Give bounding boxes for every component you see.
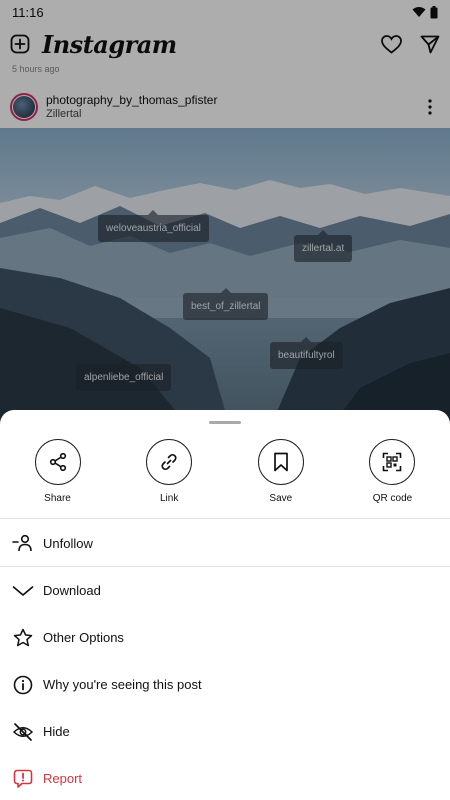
other-options-label: Other Options bbox=[43, 630, 124, 645]
qr-code-label: QR code bbox=[372, 493, 413, 504]
unfollow-icon bbox=[12, 532, 34, 554]
hide-label: Hide bbox=[43, 724, 70, 739]
share-action[interactable]: Share bbox=[10, 439, 105, 504]
star-icon bbox=[12, 627, 34, 649]
download-label: Download bbox=[43, 583, 101, 598]
share-label: Share bbox=[44, 493, 71, 504]
qr-code-button[interactable] bbox=[369, 439, 416, 485]
menu-item-download[interactable]: Download bbox=[0, 567, 450, 614]
link-icon bbox=[161, 453, 177, 471]
link-button[interactable] bbox=[146, 439, 193, 485]
bottom-sheet: Share Link Save QR code Unfollow Downloa… bbox=[0, 410, 450, 800]
options-menu: Unfollow Download Other Options Why you'… bbox=[0, 520, 450, 800]
link-action[interactable]: Link bbox=[122, 439, 217, 504]
menu-item-report[interactable]: Report bbox=[0, 755, 450, 800]
share-button[interactable] bbox=[34, 439, 81, 485]
link-label: Link bbox=[159, 493, 179, 504]
menu-item-why-seeing[interactable]: Why you're seeing this post bbox=[0, 661, 450, 708]
save-button[interactable] bbox=[257, 439, 304, 485]
save-label: Save bbox=[269, 493, 293, 504]
save-action[interactable]: Save bbox=[233, 439, 328, 504]
menu-item-other-options[interactable]: Other Options bbox=[0, 614, 450, 661]
menu-item-unfollow[interactable]: Unfollow bbox=[0, 520, 450, 567]
report-label: Report bbox=[43, 771, 83, 786]
menu-item-hide[interactable]: Hide bbox=[0, 708, 450, 755]
unfollow-label: Unfollow bbox=[43, 535, 93, 551]
qr-code-icon bbox=[383, 452, 402, 472]
eye-off-icon bbox=[12, 721, 34, 743]
report-icon bbox=[12, 768, 34, 790]
why-seeing-label: Why you're seeing this post bbox=[43, 677, 202, 692]
info-icon bbox=[12, 674, 34, 696]
qr-code-action[interactable]: QR code bbox=[345, 439, 440, 504]
download-icon bbox=[12, 580, 34, 602]
bookmark-icon bbox=[273, 452, 288, 472]
quick-actions: Share Link Save QR code bbox=[0, 439, 450, 504]
drag-handle[interactable] bbox=[209, 421, 241, 424]
divider bbox=[0, 518, 450, 519]
share-icon bbox=[49, 452, 66, 472]
